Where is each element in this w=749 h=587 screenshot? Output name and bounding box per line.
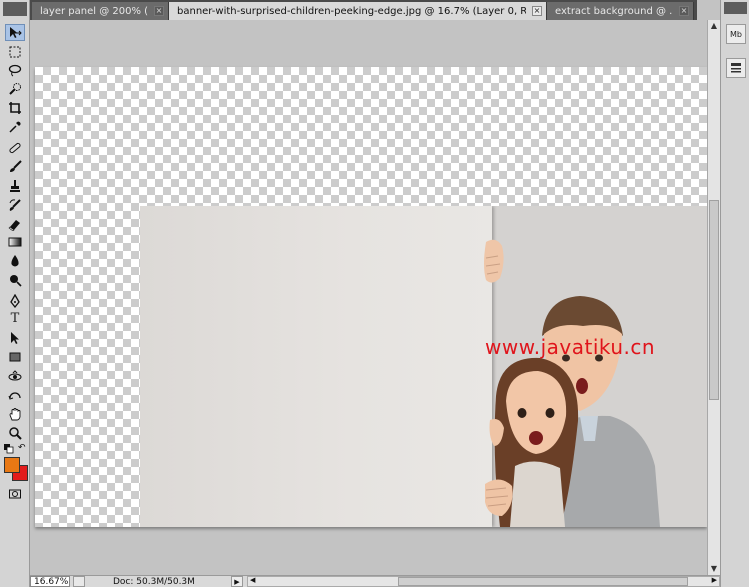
scroll-down-icon[interactable]: ▼ — [708, 563, 720, 575]
photoshop-window: T ↶ layer panel @ 200% (L... — [0, 0, 749, 587]
3d-rotate-tool[interactable] — [5, 368, 25, 385]
rectangle-tool-icon — [9, 352, 21, 361]
healing-brush-tool[interactable] — [5, 139, 25, 156]
eyedropper-tool[interactable] — [5, 118, 25, 135]
scroll-up-icon[interactable]: ▲ — [708, 20, 720, 32]
pen-tool-icon — [10, 293, 20, 308]
tab-extract-background[interactable]: extract background @ ... × — [547, 2, 694, 20]
brush-tool[interactable] — [5, 158, 25, 175]
move-tool[interactable] — [5, 24, 25, 41]
panel-dock-grip[interactable] — [724, 2, 747, 14]
healing-brush-tool-icon — [9, 142, 21, 153]
tools-panel-grip[interactable] — [3, 2, 27, 16]
dodge-tool[interactable] — [5, 271, 25, 288]
tools-panel: T ↶ — [0, 0, 30, 587]
crop-tool[interactable] — [5, 99, 25, 116]
gradient-tool[interactable] — [5, 233, 25, 250]
horizontal-scrollbar[interactable]: ◀ ▶ — [247, 576, 720, 587]
zoom-level-field[interactable]: 16.67% — [30, 576, 70, 587]
quick-mask-icon — [9, 489, 21, 498]
document-size-info: Doc: 50.3M/50.3M — [113, 576, 195, 587]
pen-tool[interactable] — [5, 292, 25, 309]
clone-stamp-tool-icon — [10, 179, 20, 192]
collapsed-panel-dock: Mb — [720, 0, 749, 587]
eraser-tool[interactable] — [5, 215, 25, 232]
clone-stamp-tool[interactable] — [5, 177, 25, 194]
watermark-text: www.javatiku.cn — [485, 335, 656, 359]
3d-orbit-tool[interactable] — [5, 387, 25, 404]
default-colors-icon[interactable] — [4, 444, 14, 454]
path-selection-tool-icon — [11, 331, 19, 344]
quick-selection-tool[interactable] — [5, 80, 25, 97]
close-icon[interactable]: × — [679, 6, 689, 16]
tab-label: layer panel @ 200% (L... — [40, 5, 148, 17]
children-photo — [484, 239, 660, 527]
status-menu-arrow-icon[interactable]: ▶ — [231, 576, 243, 587]
brush-tool-icon — [10, 159, 22, 172]
blur-tool-icon — [11, 254, 19, 266]
vertical-scroll-thumb[interactable] — [709, 200, 719, 400]
quick-mask-button[interactable] — [5, 485, 25, 502]
history-brush-tool[interactable] — [5, 196, 25, 213]
status-info-icon[interactable] — [73, 576, 85, 587]
scroll-left-icon[interactable]: ◀ — [250, 576, 255, 584]
vertical-scrollbar[interactable]: ▲ ▼ — [707, 20, 720, 575]
eraser-tool-icon — [8, 219, 20, 231]
document-tab-bar: layer panel @ 200% (L... × banner-with-s… — [30, 0, 697, 20]
hand-tool-icon — [9, 407, 21, 420]
marquee-tool[interactable] — [5, 43, 25, 60]
hand-tool[interactable] — [5, 405, 25, 422]
close-icon[interactable]: × — [154, 6, 164, 16]
quick-selection-tool-icon — [9, 82, 21, 95]
path-selection-tool[interactable] — [5, 329, 25, 346]
lasso-tool-icon — [8, 64, 22, 76]
layer-0-image: www.javatiku.cn — [140, 206, 707, 527]
scroll-right-icon[interactable]: ▶ — [712, 576, 717, 584]
gradient-tool-icon — [8, 237, 22, 246]
document-canvas[interactable]: www.javatiku.cn — [35, 67, 707, 527]
3d-rotate-tool-icon — [8, 369, 22, 380]
status-bar: 16.67% Doc: 50.3M/50.3M ▶ ◀ ▶ — [30, 575, 720, 587]
type-tool-icon: T — [10, 311, 20, 326]
swap-colors-icon[interactable]: ↶ — [18, 443, 26, 453]
foreground-color-swatch[interactable] — [4, 457, 20, 473]
marquee-tool-icon — [9, 46, 21, 57]
rectangle-tool[interactable] — [5, 348, 25, 365]
eyedropper-tool-icon — [9, 121, 21, 133]
panel-toggle-button[interactable] — [726, 58, 746, 78]
tab-layer-panel[interactable]: layer panel @ 200% (L... × — [32, 2, 169, 20]
mini-bridge-button[interactable]: Mb — [726, 24, 746, 44]
tab-label: banner-with-surprised-children-peeking-e… — [177, 5, 526, 17]
mini-bridge-icon: Mb — [730, 29, 742, 39]
blur-tool[interactable] — [5, 252, 25, 269]
zoom-tool[interactable] — [5, 424, 25, 441]
tab-label: extract background @ ... — [555, 5, 673, 17]
dodge-tool-icon — [10, 274, 22, 287]
close-icon[interactable]: × — [532, 6, 542, 16]
history-brush-tool-icon — [9, 198, 21, 211]
horizontal-scroll-thumb[interactable] — [398, 577, 688, 586]
move-tool-icon — [10, 26, 22, 38]
panel-list-icon — [731, 63, 741, 73]
zoom-tool-icon — [9, 426, 22, 440]
3d-orbit-tool-icon — [8, 391, 21, 400]
crop-tool-icon — [9, 101, 21, 114]
lasso-tool[interactable] — [5, 61, 25, 78]
tab-banner-image[interactable]: banner-with-surprised-children-peeking-e… — [169, 2, 547, 20]
type-tool[interactable]: T — [5, 310, 25, 327]
